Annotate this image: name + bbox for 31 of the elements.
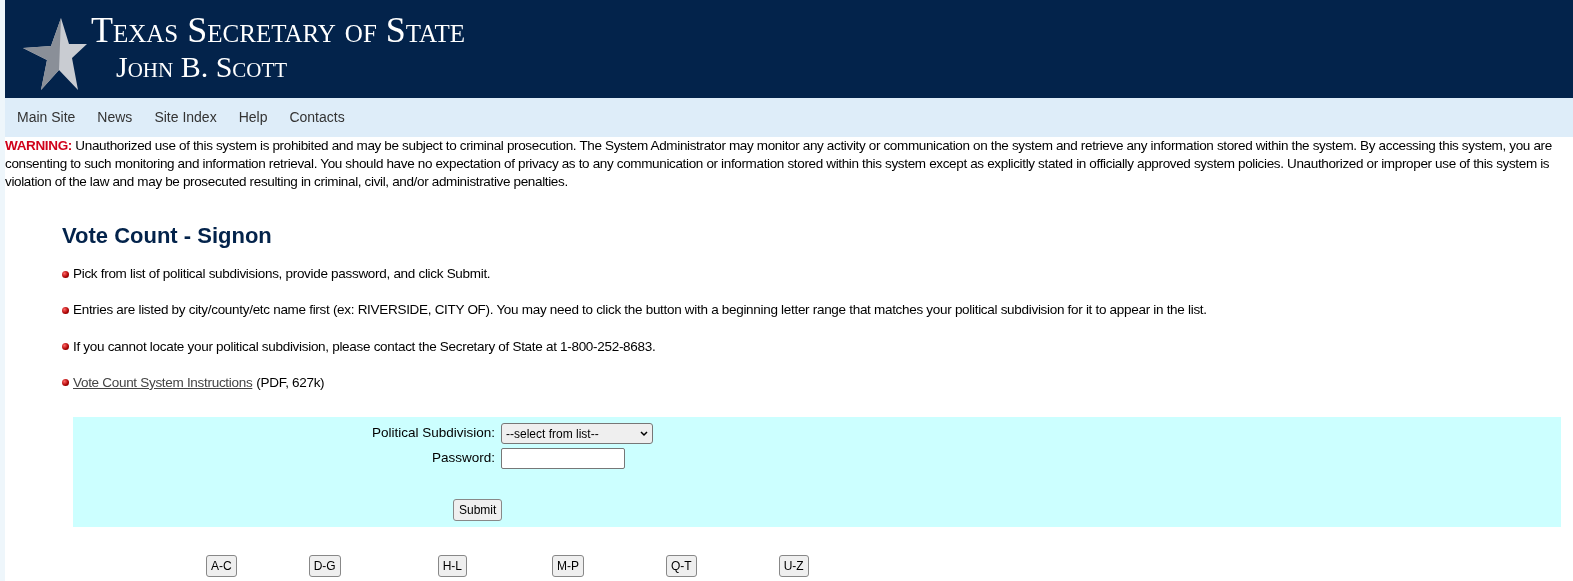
submit-button[interactable]: Submit xyxy=(453,499,503,521)
file-info: (PDF, 627k) xyxy=(256,373,325,392)
nav-link[interactable]: Site Index xyxy=(154,107,217,128)
page-heading: Vote Count - Signon xyxy=(62,222,273,250)
nav-link[interactable]: Help xyxy=(238,107,268,128)
warning-text: WARNING: Unauthorized use of this system is prohibited and may be subject to criminal prosecution. The System Administrator may monitor any activity or communication on the system and retrieve any information stored within the system. By accessing this system, you are consenting to such monitoring and information retrieval. You should have no expectation of privacy as to any communication or information stored within this system except as explicitly stated in officially approved system policies. Unauthorized or improper use of this system is violation of the law and may be prosecuted resulting in criminal, civil, and/or administrative penalties. xyxy=(5,137,1553,191)
nav-link[interactable]: Contacts xyxy=(289,107,345,128)
letter-range-button[interactable]: U-Z xyxy=(778,555,809,577)
instruction-text: Entries are listed by city/county/etc name first (ex: RIVERSIDE, CITY OF). You may need to click the button with a beginning letter range that matches your political subdivision for it to appear in the list. xyxy=(73,301,1207,320)
star-icon xyxy=(23,18,87,90)
bullet-icon xyxy=(62,270,69,278)
field-label: Political Subdivision: xyxy=(370,424,496,443)
letter-range-button[interactable]: D-G xyxy=(308,555,341,577)
instructions-link[interactable]: Vote Count System Instructions xyxy=(73,372,253,393)
letter-range-button[interactable]: M-P xyxy=(552,555,584,577)
site-subtitle: John B. Scott xyxy=(115,52,289,82)
nav-link[interactable]: Main Site xyxy=(17,107,76,128)
instruction-text: Pick from list of political subdivisions, provide password, and click Submit. xyxy=(73,265,491,283)
caret-icon xyxy=(640,430,648,437)
password-field[interactable] xyxy=(501,448,625,469)
nav-link[interactable]: News xyxy=(97,107,133,128)
instruction-text: If you cannot locate your political subdivision, please contact the Secretary of State at 1-800-252-8683. xyxy=(73,337,656,356)
site-title: Texas Secretary of State xyxy=(91,12,465,48)
bullet-icon xyxy=(62,379,69,387)
letter-range-button[interactable]: A-C xyxy=(206,555,237,577)
bullet-icon xyxy=(62,343,69,351)
bullet-icon xyxy=(62,306,69,314)
field-label: Password: xyxy=(430,449,496,468)
subdivision-dropdown[interactable]: --select from list-- xyxy=(501,423,653,444)
letter-range-button[interactable]: Q-T xyxy=(666,555,697,577)
letter-range-button[interactable]: H-L xyxy=(437,555,467,577)
